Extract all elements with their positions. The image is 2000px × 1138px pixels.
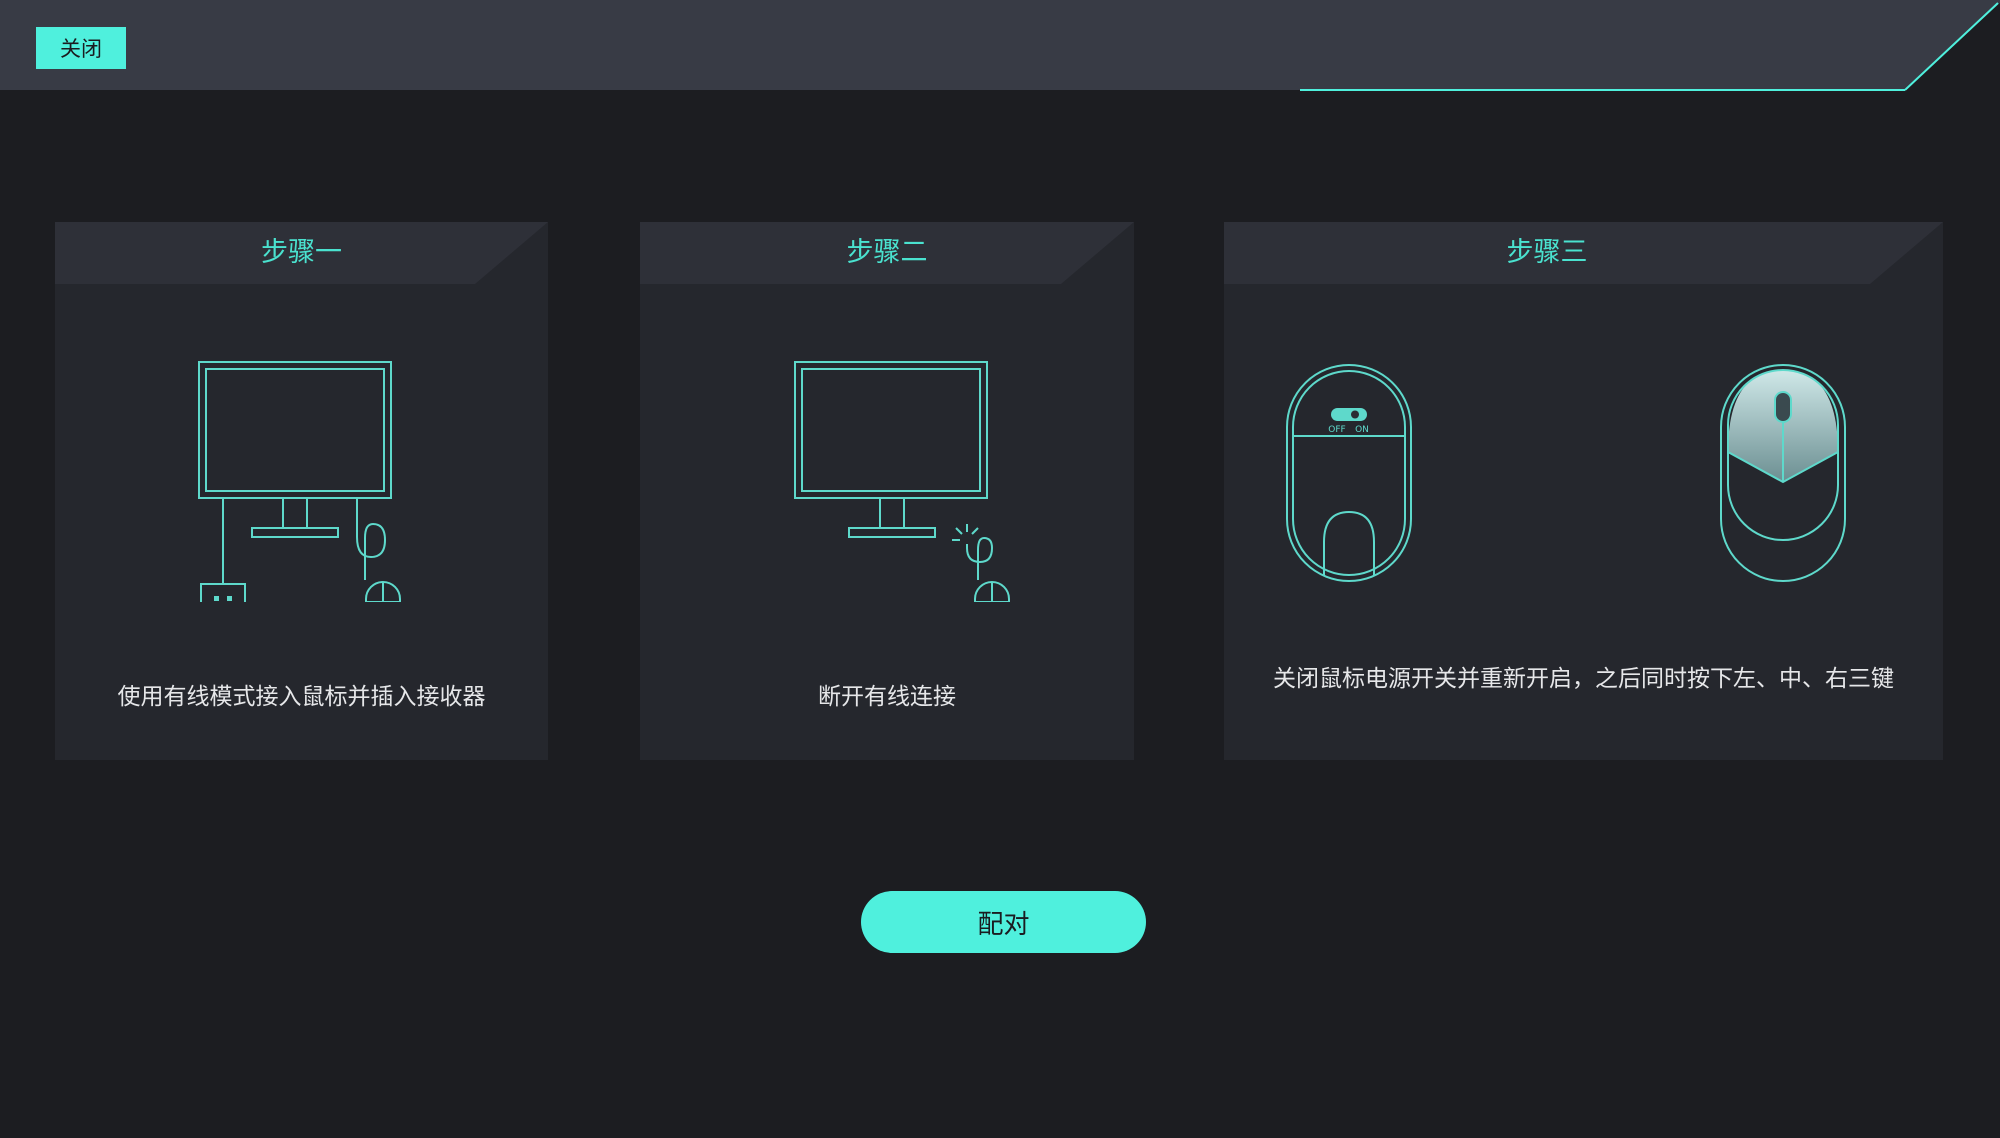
monitor-unplugged-mouse-illustration (794, 361, 1010, 602)
step-description: 使用有线模式接入鼠标并插入接收器 (117, 684, 486, 710)
close-button[interactable]: 关闭 (36, 27, 126, 69)
pair-button[interactable]: 配对 (861, 891, 1146, 953)
top-bar-shape (0, 0, 2000, 95)
monitor-mouse-receiver-illustration (198, 361, 401, 602)
step-title: 步骤一 (261, 237, 342, 268)
step-card-3: 步骤三 OFF ON 关闭鼠标电源开关并重新开启，之后同时按下左、中、右三键 (1224, 222, 1943, 760)
step-title: 步骤二 (846, 237, 928, 268)
top-bar: 关闭 (0, 0, 2000, 95)
switch-off-label: OFF (1328, 425, 1345, 435)
step-card-header: 步骤三 (1224, 222, 1943, 284)
mouse-bottom-power-switch-icon: OFF ON (1286, 364, 1412, 582)
step-title: 步骤三 (1506, 237, 1588, 268)
step-card-header: 步骤二 (640, 222, 1134, 284)
switch-on-label: ON (1355, 425, 1369, 435)
step-card-2: 步骤二 断开有线连接 (640, 222, 1134, 760)
step-description: 关闭鼠标电源开关并重新开启，之后同时按下左、中、右三键 (1273, 666, 1894, 692)
step-card-header: 步骤一 (55, 222, 548, 284)
step-card-1: 步骤一 使用有线模式接入鼠标并插入接收器 (55, 222, 548, 760)
mouse-top-buttons-icon (1720, 364, 1846, 582)
step-description: 断开有线连接 (818, 684, 956, 710)
